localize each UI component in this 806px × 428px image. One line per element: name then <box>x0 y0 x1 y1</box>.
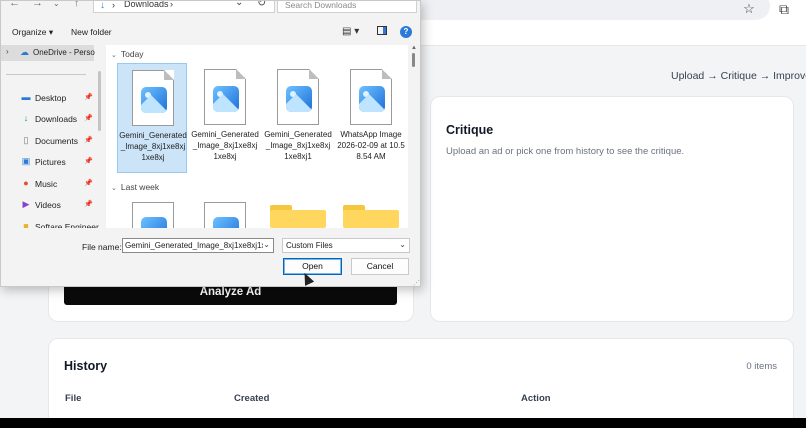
cloud-icon: ☁ <box>20 47 29 57</box>
help-icon[interactable]: ? <box>400 26 412 38</box>
breadcrumb-chevron-icon: › <box>112 0 115 10</box>
collapse-chevron-icon: ⌄ <box>111 52 117 59</box>
critique-description: Upload an ad or pick one from history to… <box>446 146 685 157</box>
dialog-toolbar: Organize ▾ New folder ▤ ▾ ? <box>1 23 420 41</box>
file-name-label: File name: <box>82 242 122 252</box>
dialog-address-bar[interactable]: ↓ › Downloads › <box>93 0 275 13</box>
organize-menu[interactable]: Organize ▾ <box>12 27 53 38</box>
cancel-button[interactable]: Cancel <box>351 258 409 275</box>
workflow-steps: Upload → Critique → Improve <box>671 70 806 82</box>
dialog-footer: File name: Gemini_Generated_Image_8xj1xe… <box>1 228 420 286</box>
folder-icon[interactable] <box>270 205 326 228</box>
refresh-icon[interactable]: ↻ <box>257 1 266 9</box>
documents-icon: ▯ <box>23 135 29 145</box>
navigation-pane: › ☁ OneDrive - Perso ▬ Desktop 📌 ↓ Downl… <box>1 45 101 232</box>
nav-item-desktop[interactable]: ▬ Desktop 📌 <box>1 90 94 106</box>
nav-scrollbar[interactable] <box>98 71 101 131</box>
breadcrumb-downloads[interactable]: Downloads <box>124 1 169 9</box>
desktop-icon: ▬ <box>21 92 31 102</box>
file-open-dialog: ← → ⌄ ↑ ↓ › Downloads › ⌄ ↻ Search Downl… <box>0 0 421 287</box>
recent-dropdown-icon[interactable]: ⌄ <box>53 1 60 8</box>
critique-card: Critique Upload an ad or pick one from h… <box>430 96 794 322</box>
dialog-nav-row: ← → ⌄ ↑ ↓ › Downloads › ⌄ ↻ Search Downl… <box>1 0 420 15</box>
image-file-icon <box>204 69 246 125</box>
file-item-4[interactable]: WhatsApp Image 2026-02-09 at 10.58.54 AM <box>336 63 406 173</box>
pin-icon: 📌 <box>84 201 93 208</box>
file-item-1[interactable]: Gemini_Generated_Image_8xj1xe8xj1xe8xj <box>117 63 187 173</box>
view-options-icon[interactable]: ▤ ▾ <box>342 26 359 37</box>
music-icon: ● <box>23 178 29 188</box>
nav-item-downloads[interactable]: ↓ Downloads 📌 <box>1 111 94 127</box>
download-icon: ↓ <box>100 0 105 11</box>
file-name-input[interactable]: Gemini_Generated_Image_8xj1xe8xj1xe ⌄ <box>122 238 274 253</box>
up-arrow-icon[interactable]: ↑ <box>74 1 80 9</box>
pin-icon: 📌 <box>84 94 93 101</box>
new-folder-button[interactable]: New folder <box>71 27 112 37</box>
nav-divider <box>6 74 86 75</box>
pin-icon: 📌 <box>84 137 93 144</box>
videos-icon: ▶ <box>22 199 30 209</box>
nav-item-music[interactable]: ● Music 📌 <box>1 176 94 192</box>
file-item-2[interactable]: Gemini_Generated_Image_8xj1xe8xj1xe8xj <box>190 63 260 173</box>
star-icon[interactable]: ☆ <box>741 1 757 17</box>
file-type-select[interactable]: Custom Files ⌄ <box>282 238 410 253</box>
file-list-scrollbar[interactable] <box>412 53 415 67</box>
download-icon: ↓ <box>23 113 29 123</box>
address-bar[interactable] <box>380 0 770 20</box>
critique-title: Critique <box>446 123 494 137</box>
file-name: Gemini_Generated_Image_8xj1xe8xj1xe8xj <box>119 131 187 162</box>
address-dropdown-icon[interactable]: ⌄ <box>235 1 243 8</box>
pin-icon: 📌 <box>84 158 93 165</box>
resize-grip-icon[interactable]: ⋰ <box>413 279 420 286</box>
file-name: Gemini_Generated_Image_8xj1xe8xj1xe8xj <box>191 130 259 161</box>
folder-icon[interactable] <box>343 205 399 228</box>
image-file-icon <box>132 70 174 126</box>
image-file-icon <box>277 69 319 125</box>
chevron-down-icon: ⌄ <box>399 240 406 249</box>
nav-item-pictures[interactable]: ▣ Pictures 📌 <box>1 154 94 170</box>
nav-item-documents[interactable]: ▯ Documents 📌 <box>1 133 94 149</box>
file-name: WhatsApp Image 2026-02-09 at 10.58.54 AM <box>337 130 405 161</box>
file-name: Gemini_Generated_Image_8xj1xe8xj1xe8xj1 <box>264 130 332 161</box>
chevron-down-icon[interactable]: ⌄ <box>263 240 270 249</box>
preview-pane-icon[interactable] <box>377 26 387 35</box>
group-header-last-week[interactable]: ⌄ Last week <box>111 182 159 192</box>
history-count: 0 items <box>746 361 777 372</box>
image-file-icon <box>350 69 392 125</box>
file-item-3[interactable]: Gemini_Generated_Image_8xj1xe8xj1xe8xj1 <box>263 63 333 173</box>
history-title: History <box>64 359 108 373</box>
dialog-search-input[interactable]: Search Downloads <box>277 0 417 13</box>
nav-item-onedrive[interactable]: › ☁ OneDrive - Perso <box>1 45 95 61</box>
open-button[interactable]: Open <box>283 258 342 275</box>
column-header-file[interactable]: File <box>65 393 81 404</box>
group-header-today[interactable]: ⌄ Today <box>111 49 144 59</box>
search-placeholder: Search Downloads <box>285 0 357 10</box>
taskbar-edge <box>0 418 806 428</box>
forward-arrow-icon[interactable]: → <box>32 1 43 9</box>
pictures-icon: ▣ <box>21 156 31 166</box>
column-header-created[interactable]: Created <box>234 393 269 404</box>
back-arrow-icon[interactable]: ← <box>9 1 20 9</box>
column-header-action[interactable]: Action <box>521 393 551 404</box>
puzzle-icon[interactable]: ⧉ <box>774 0 794 20</box>
expand-chevron-icon[interactable]: › <box>6 47 9 56</box>
history-card: History 0 items File Created Action <box>48 338 794 428</box>
file-list: ⌄ Today Gemini_Generated_Image_8xj1xe8xj1… <box>106 45 408 232</box>
pin-icon: 📌 <box>84 180 93 187</box>
collapse-chevron-icon: ⌄ <box>111 185 117 192</box>
pin-icon: 📌 <box>84 115 93 122</box>
scroll-up-arrow-icon[interactable]: ▲ <box>411 45 417 51</box>
nav-item-videos[interactable]: ▶ Videos 📌 <box>1 197 94 213</box>
breadcrumb-chevron-icon[interactable]: › <box>170 1 173 9</box>
